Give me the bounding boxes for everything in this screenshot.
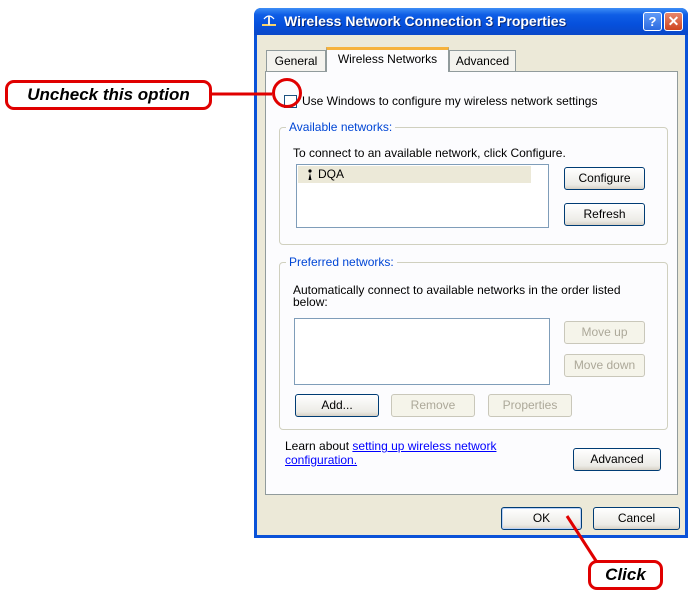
highlight-ring (272, 78, 302, 108)
click-callout: Click (588, 560, 663, 590)
uncheck-callout: Uncheck this option (5, 80, 212, 110)
tab-wireless-networks[interactable]: Wireless Networks (326, 47, 449, 72)
